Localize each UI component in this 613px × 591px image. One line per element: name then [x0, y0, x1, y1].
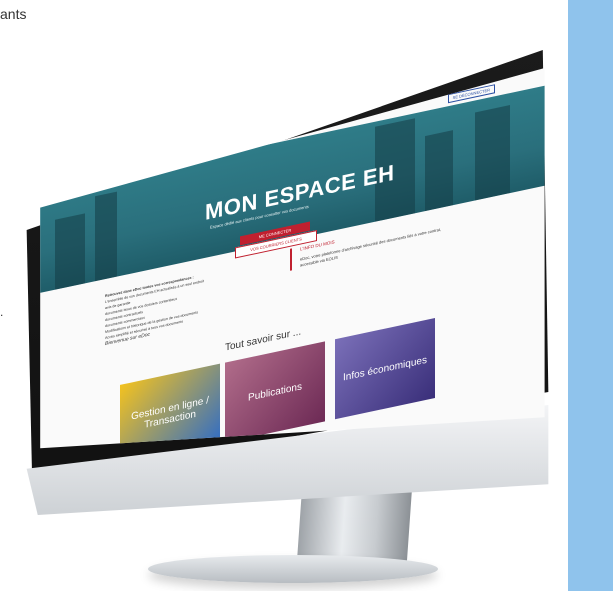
page-fragment-text: ants — [0, 6, 27, 22]
page-fragment-dot: . — [0, 305, 4, 319]
hero-building — [95, 191, 117, 282]
tile-publications[interactable]: Publications — [225, 341, 325, 443]
nav-item-nouveautes[interactable]: Nouveautés — [199, 144, 220, 154]
nav-item-infos[interactable]: Infos économiques — [228, 135, 262, 147]
hero-building — [475, 105, 510, 201]
nav-item-clients[interactable]: Clients — [270, 131, 282, 139]
decorative-side-bar — [568, 0, 613, 591]
hero-building — [425, 130, 453, 212]
monitor-stand-base — [148, 555, 438, 583]
nav-item-mon-espace[interactable]: Mon Espace EH — [162, 150, 191, 161]
website: EH Mon Espace EH Nouveautés Infos économ… — [40, 68, 545, 449]
monitor-screen: EH Mon Espace EH Nouveautés Infos économ… — [40, 68, 545, 449]
nav-item-facade[interactable]: Nouvelle Façade — [290, 123, 320, 134]
hero-building — [55, 213, 85, 290]
tile-infos[interactable]: Infos économiques — [335, 317, 435, 420]
hero-title: MON ESPACE EH — [205, 159, 395, 225]
site-logo[interactable]: EH — [145, 156, 154, 168]
